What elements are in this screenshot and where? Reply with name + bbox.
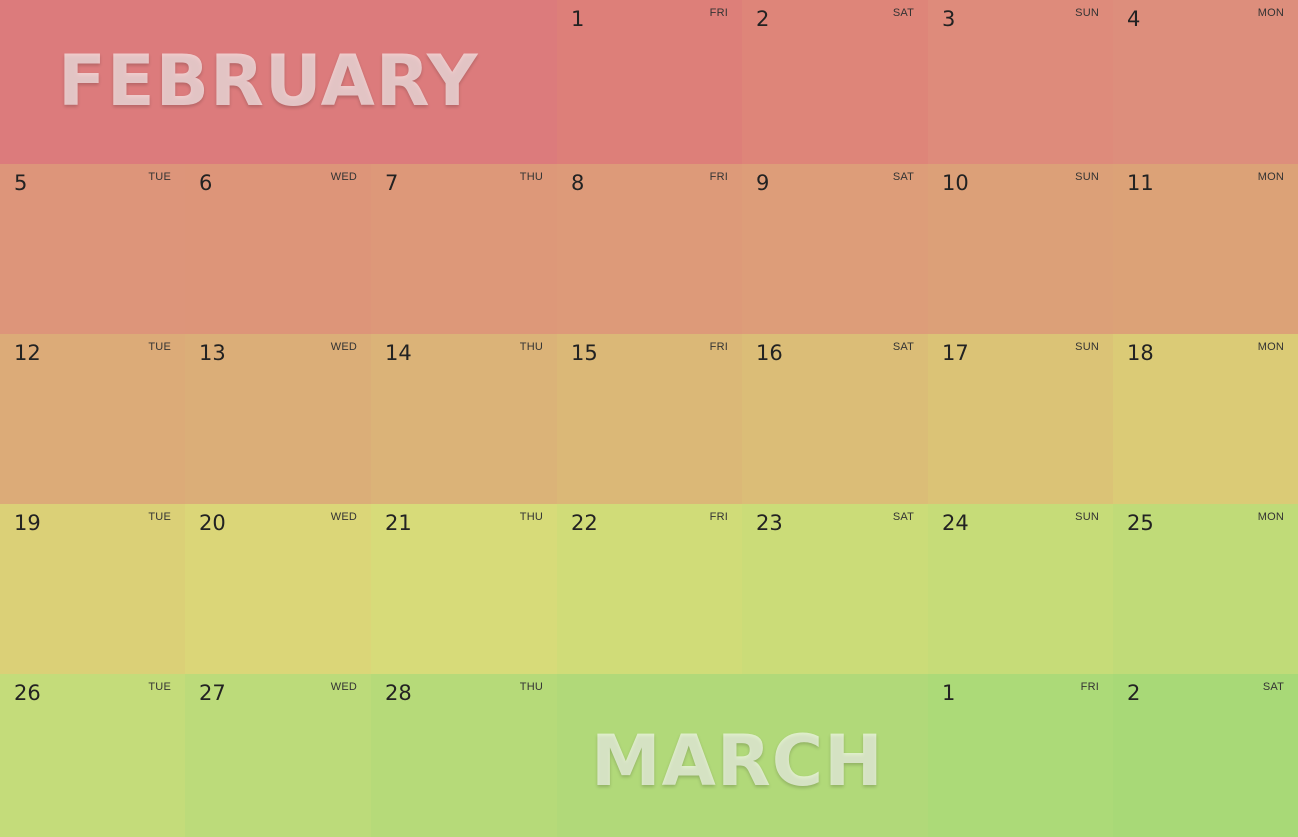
day-of-week: TUE (148, 171, 171, 183)
day-cell: 14 THU (371, 334, 557, 504)
day-number: 26 (14, 681, 41, 705)
day-number: 6 (199, 171, 213, 195)
day-of-week: FRI (709, 511, 728, 523)
day-of-week: WED (330, 511, 357, 523)
day-cell: 15 FRI (557, 334, 742, 504)
day-cell: 9 SAT (742, 164, 928, 334)
day-of-week: TUE (148, 341, 171, 353)
month-title-march: MARCH (591, 720, 884, 802)
day-number: 27 (199, 681, 226, 705)
day-number: 3 (942, 7, 956, 31)
day-number: 7 (385, 171, 399, 195)
day-of-week: MON (1257, 511, 1284, 523)
month-title-february: FEBRUARY (58, 40, 479, 122)
day-number: 14 (385, 341, 412, 365)
day-of-week: WED (330, 341, 357, 353)
day-of-week: WED (330, 171, 357, 183)
day-of-week: WED (330, 681, 357, 693)
day-cell: 18 MON (1113, 334, 1298, 504)
day-cell: 20 WED (185, 504, 371, 674)
day-number: 13 (199, 341, 226, 365)
day-cell: 27 WED (185, 674, 371, 837)
day-cell: 26 TUE (0, 674, 185, 837)
day-number: 8 (571, 171, 585, 195)
day-cell: 10 SUN (928, 164, 1113, 334)
day-of-week: SUN (1075, 7, 1099, 19)
day-cell: 22 FRI (557, 504, 742, 674)
day-cell: 16 SAT (742, 334, 928, 504)
day-number: 11 (1127, 171, 1154, 195)
day-of-week: FRI (1080, 681, 1099, 693)
calendar-page: 1 FRI 2 SAT 3 SUN 4 MON 5 TUE 6 WED 7 THU 8 FRI 9 SAT 10 SU… (0, 0, 1298, 837)
day-cell: 4 MON (1113, 0, 1298, 164)
day-number: 18 (1127, 341, 1154, 365)
day-number: 5 (14, 171, 28, 195)
day-of-week: FRI (709, 7, 728, 19)
day-of-week: SAT (892, 511, 914, 523)
day-cell: 1 FRI (557, 0, 742, 164)
day-number: 20 (199, 511, 226, 535)
day-of-week: SAT (892, 171, 914, 183)
day-of-week: THU (519, 511, 543, 523)
day-of-week: SUN (1075, 341, 1099, 353)
day-cell: 6 WED (185, 164, 371, 334)
day-number: 22 (571, 511, 598, 535)
day-cell: 13 WED (185, 334, 371, 504)
day-cell: 3 SUN (928, 0, 1113, 164)
day-number: 21 (385, 511, 412, 535)
day-cell: 24 SUN (928, 504, 1113, 674)
day-cell: 23 SAT (742, 504, 928, 674)
day-cell: 12 TUE (0, 334, 185, 504)
day-number: 28 (385, 681, 412, 705)
day-cell: 2 SAT (742, 0, 928, 164)
day-cell: 28 THU (371, 674, 557, 837)
day-number: 12 (14, 341, 41, 365)
day-number: 25 (1127, 511, 1154, 535)
day-of-week: THU (519, 341, 543, 353)
day-of-week: MON (1257, 7, 1284, 19)
day-cell: 1 FRI (928, 674, 1113, 837)
day-of-week: SUN (1075, 171, 1099, 183)
day-of-week: MON (1257, 171, 1284, 183)
day-number: 15 (571, 341, 598, 365)
day-of-week: SUN (1075, 511, 1099, 523)
day-number: 10 (942, 171, 969, 195)
day-cell: 5 TUE (0, 164, 185, 334)
day-cell: 25 MON (1113, 504, 1298, 674)
day-number: 24 (942, 511, 969, 535)
day-of-week: SAT (892, 341, 914, 353)
day-of-week: FRI (709, 341, 728, 353)
day-number: 1 (571, 7, 585, 31)
day-number: 2 (1127, 681, 1141, 705)
day-cell: 21 THU (371, 504, 557, 674)
day-cell: 2 SAT (1113, 674, 1298, 837)
day-number: 16 (756, 341, 783, 365)
day-of-week: SAT (1262, 681, 1284, 693)
day-number: 1 (942, 681, 956, 705)
day-of-week: THU (519, 681, 543, 693)
day-number: 19 (14, 511, 41, 535)
day-of-week: SAT (892, 7, 914, 19)
day-cell: 17 SUN (928, 334, 1113, 504)
day-of-week: TUE (148, 511, 171, 523)
day-number: 17 (942, 341, 969, 365)
day-number: 9 (756, 171, 770, 195)
day-number: 2 (756, 7, 770, 31)
day-cell: 11 MON (1113, 164, 1298, 334)
day-cell: 7 THU (371, 164, 557, 334)
day-cell: 8 FRI (557, 164, 742, 334)
day-of-week: THU (519, 171, 543, 183)
day-number: 4 (1127, 7, 1141, 31)
day-of-week: FRI (709, 171, 728, 183)
day-number: 23 (756, 511, 783, 535)
day-of-week: MON (1257, 341, 1284, 353)
day-of-week: TUE (148, 681, 171, 693)
day-cell: 19 TUE (0, 504, 185, 674)
